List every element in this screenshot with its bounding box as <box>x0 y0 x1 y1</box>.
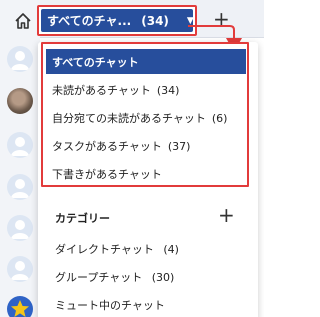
avatar[interactable] <box>7 46 33 72</box>
chat-filter-button[interactable]: すべてのチャ... (34) ▼ <box>41 9 194 32</box>
chat-filter-label: すべてのチャ... <box>47 14 132 28</box>
add-category-icon[interactable]: + <box>218 205 235 225</box>
avatar[interactable] <box>7 215 33 241</box>
category-item-label: ダイレクトチャット <box>55 243 154 256</box>
highlight-box <box>41 42 249 187</box>
category-item-direct[interactable]: ダイレクトチャット (4) <box>55 241 179 257</box>
category-item-muted[interactable]: ミュート中のチャット <box>55 297 165 313</box>
star-icon <box>11 300 29 317</box>
avatar[interactable] <box>7 132 33 158</box>
avatar[interactable] <box>7 296 33 317</box>
sidebar-rail <box>0 0 40 317</box>
category-item-group[interactable]: グループチャット (30) <box>55 269 174 285</box>
chat-filter-dropdown[interactable]: すべてのチャ... (34) ▼ <box>37 5 197 36</box>
category-heading: カテゴリー <box>55 212 110 225</box>
person-icon <box>11 51 29 70</box>
home-icon[interactable] <box>14 12 32 30</box>
avatar[interactable] <box>7 256 33 282</box>
chat-app: + すべてのチャ... (34) ▼ すべてのチャット 未読があるチャット (3… <box>0 0 264 317</box>
category-item-count: (30) <box>151 271 175 284</box>
person-icon <box>11 261 29 280</box>
chat-filter-count: (34) <box>141 13 169 28</box>
category-item-count: (4) <box>163 243 179 256</box>
person-icon <box>11 220 29 239</box>
person-icon <box>11 179 29 198</box>
category-item-label: グループチャット <box>55 271 143 284</box>
avatar[interactable] <box>7 174 33 200</box>
avatar[interactable] <box>7 88 33 114</box>
category-item-label: ミュート中のチャット <box>55 299 165 312</box>
person-icon <box>11 137 29 156</box>
